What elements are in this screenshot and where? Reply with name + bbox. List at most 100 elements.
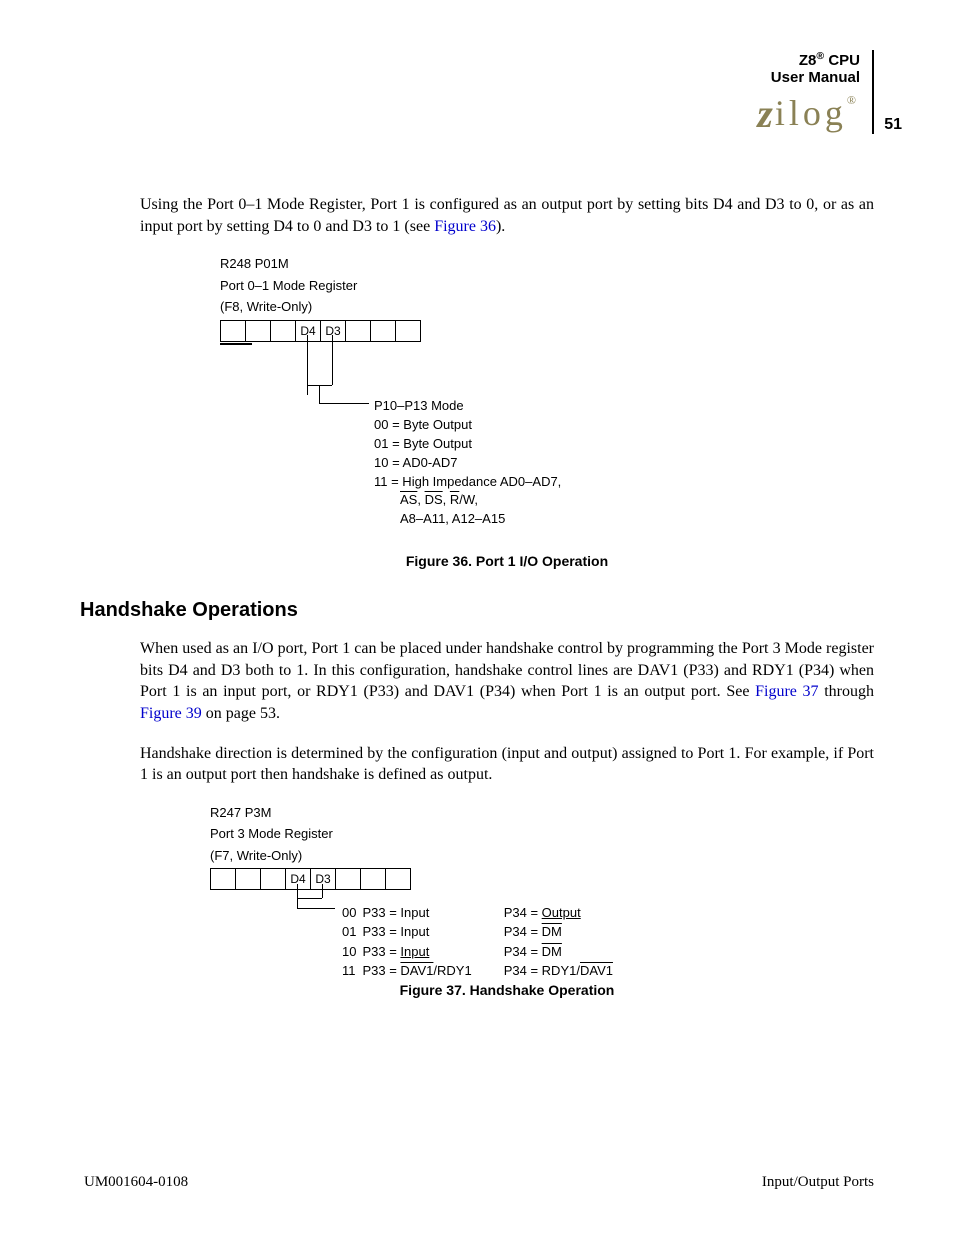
bit-0	[395, 320, 421, 342]
header-title-2: User Manual	[757, 69, 860, 86]
fig37-row-1: 01 P33 = Input P34 = DM	[342, 923, 617, 941]
handshake-para-2: Handshake direction is determined by the…	[140, 743, 874, 786]
fig37-h1	[297, 898, 322, 899]
fig36-mode-info: P10–P13 Mode 00 = Byte Output 01 = Byte …	[374, 397, 561, 529]
bit-4: D4	[295, 320, 321, 342]
row3-p34: P34 = RDY1/DAV1	[478, 962, 617, 980]
mode-line-1: P10–P13 Mode	[374, 397, 561, 416]
r3p33post: /RDY1	[433, 963, 471, 978]
connector-bar	[220, 343, 252, 345]
row3-p33: P33 = DAV1/RDY1	[362, 962, 475, 980]
fig37-h2	[297, 908, 335, 909]
reg-mark: ®	[816, 50, 824, 62]
fig37-mode-table: 00 P33 = Input P34 = Output 01 P33 = Inp…	[340, 902, 619, 982]
zilog-logo: zilog®	[757, 94, 860, 134]
bit-1	[370, 320, 396, 342]
page-footer: UM001604-0108 Input/Output Ports	[84, 1174, 874, 1191]
fig37-bit-row: D4 D3	[210, 868, 874, 890]
mode-line-4: 10 = AD0-AD7	[374, 454, 561, 473]
as-signal: AS	[400, 492, 417, 507]
bit-1	[360, 868, 386, 890]
r0p34post: Output	[542, 905, 581, 920]
r3p34pre: P34 = RDY1/	[504, 963, 580, 978]
bit-7	[210, 868, 236, 890]
row0-p34: P34 = Output	[478, 904, 617, 922]
r3p34over: DAV1	[580, 963, 613, 978]
row1-p33: P33 = Input	[362, 923, 475, 941]
fig37-label-2: Port 3 Mode Register	[210, 825, 874, 843]
footer-section: Input/Output Ports	[762, 1174, 874, 1191]
rw-suffix: /W,	[459, 492, 478, 507]
fig37-label-3: (F7, Write-Only)	[210, 847, 874, 865]
page-header: Z8® CPU User Manual zilog® 51	[757, 50, 874, 134]
title-suffix: CPU	[824, 52, 860, 69]
bit-6	[245, 320, 271, 342]
r1p33post: Input	[400, 924, 429, 939]
row1-code: 01	[342, 923, 360, 941]
row2-p34: P34 = DM	[478, 943, 617, 961]
r0p33post: Input	[400, 905, 429, 920]
fig36-bit-row: D4 D3	[220, 320, 874, 342]
figure-36-caption: Figure 36. Port 1 I/O Operation	[140, 553, 874, 569]
r-signal: R	[450, 492, 459, 507]
r0p34pre: P34 =	[504, 905, 542, 920]
bit-2	[335, 868, 361, 890]
bit-5	[270, 320, 296, 342]
sep1: ,	[417, 492, 424, 507]
figure-36-diagram: R248 P01M Port 0–1 Mode Register (F8, Wr…	[220, 255, 874, 535]
bit-3: D3	[310, 868, 336, 890]
row0-code: 00	[342, 904, 360, 922]
bit-2	[345, 320, 371, 342]
bit-0	[385, 868, 411, 890]
r2p34over: DM	[542, 944, 562, 959]
r1p34pre: P34 =	[504, 924, 542, 939]
sep2: ,	[443, 492, 450, 507]
r3p33over: DAV1	[400, 963, 433, 978]
mode-line-3: 01 = Byte Output	[374, 435, 561, 454]
footer-doc-number: UM001604-0108	[84, 1174, 188, 1191]
row2-p33: P33 = Input	[362, 943, 475, 961]
row3-code: 11	[342, 962, 360, 980]
fig37-v1	[297, 884, 298, 908]
bit-3: D3	[320, 320, 346, 342]
r2p34pre: P34 =	[504, 944, 542, 959]
r3p33pre: P33 =	[362, 963, 400, 978]
fig37-v2	[322, 884, 323, 898]
intro-text-b: ).	[496, 218, 505, 235]
figure-37-caption: Figure 37. Handshake Operation	[140, 982, 874, 998]
row0-p33: P33 = Input	[362, 904, 475, 922]
hs-text-b: on page 53.	[202, 705, 280, 722]
fig37-label-1: R247 P3M	[210, 804, 874, 822]
intro-text-a: Using the Port 0–1 Mode Register, Port 1…	[140, 196, 874, 235]
bit-4: D4	[285, 868, 311, 890]
mode-line-5: 11 = High Impedance AD0–AD7,	[374, 473, 561, 492]
title-prefix: Z8	[799, 52, 817, 69]
r1p34over: DM	[542, 924, 562, 939]
fig36-label-2: Port 0–1 Mode Register	[220, 277, 874, 295]
figure-39-link[interactable]: Figure 39	[140, 705, 202, 722]
figure-36-link[interactable]: Figure 36	[434, 218, 496, 235]
fig37-row-2: 10 P33 = Input P34 = DM	[342, 943, 617, 961]
connector-v3	[319, 385, 320, 403]
r2p33u: Input	[400, 944, 429, 959]
r2p33pre: P33 =	[362, 944, 400, 959]
bit-6	[235, 868, 261, 890]
figure-37-link[interactable]: Figure 37	[755, 683, 818, 700]
bit-7	[220, 320, 246, 342]
header-title-1: Z8® CPU	[757, 50, 860, 69]
r1p33pre: P33 =	[362, 924, 400, 939]
row2-code: 10	[342, 943, 360, 961]
mode-line-2: 00 = Byte Output	[374, 416, 561, 435]
fig36-label-1: R248 P01M	[220, 255, 874, 273]
fig37-row-3: 11 P33 = DAV1/RDY1 P34 = RDY1/DAV1	[342, 962, 617, 980]
handshake-para-1: When used as an I/O port, Port 1 can be …	[140, 638, 874, 724]
fig36-label-3: (F8, Write-Only)	[220, 298, 874, 316]
fig37-row-0: 00 P33 = Input P34 = Output	[342, 904, 617, 922]
connector-v2	[332, 335, 333, 385]
hs-text-mid: through	[819, 683, 874, 700]
figure-37-diagram: R247 P3M Port 3 Mode Register (F7, Write…	[210, 804, 874, 964]
page-number: 51	[884, 116, 902, 134]
connector-h2	[319, 403, 369, 404]
intro-paragraph: Using the Port 0–1 Mode Register, Port 1…	[140, 194, 874, 237]
connector-v1	[307, 335, 308, 395]
